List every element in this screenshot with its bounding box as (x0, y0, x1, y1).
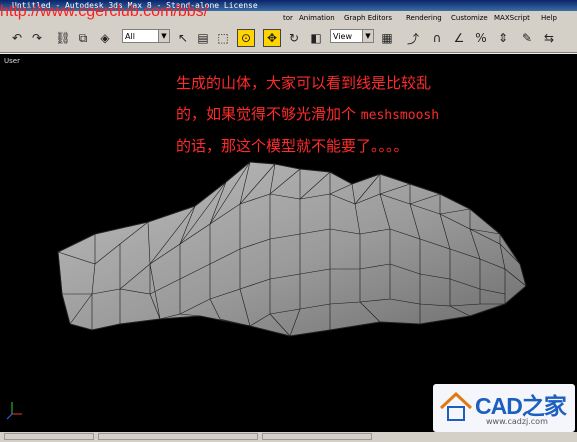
annotation-text: 生成的山体，大家可以看到线是比较乱 的，如果觉得不够光滑加个 meshsmoos… (176, 68, 439, 162)
mirror-icon[interactable]: ⇆ (540, 29, 558, 47)
angle-snap-icon[interactable]: ∠ (450, 29, 468, 47)
chevron-down-icon: ▼ (362, 30, 373, 42)
status-field (4, 433, 94, 440)
annotation-line-1: 生成的山体，大家可以看到线是比较乱 (176, 74, 432, 92)
select-object-icon[interactable]: ↖ (174, 29, 192, 47)
perspective-viewport[interactable]: User 生成的山体，大家可以看到线是比较乱 的，如果觉得不够光滑加个 mesh… (0, 53, 577, 433)
select-and-scale-icon[interactable]: ◧ (307, 29, 325, 47)
redo-icon[interactable]: ↷ (28, 29, 46, 47)
select-and-manipulate-icon[interactable]: ⤴ (404, 29, 422, 47)
undo-icon[interactable]: ↶ (8, 29, 26, 47)
snaps-toggle-icon[interactable]: ∩ (428, 29, 446, 47)
menu-rendering[interactable]: Rendering (406, 11, 442, 25)
menu-customize[interactable]: Customize (451, 11, 488, 25)
reference-coordinate-value: View (333, 32, 352, 41)
watermark-url: http://www.cgerclub.com/bbs/ (0, 3, 209, 20)
menu-help[interactable]: Help (541, 11, 557, 25)
unlink-icon[interactable]: ⧉ (74, 29, 92, 47)
window-crossing-icon[interactable]: ⊙ (237, 29, 255, 47)
named-selection-icon[interactable]: ✎ (518, 29, 536, 47)
chevron-down-icon: ▼ (158, 30, 169, 42)
axis-tripod-icon (6, 402, 22, 420)
spinner-snap-icon[interactable]: ⇕ (494, 29, 512, 47)
prompt-field (262, 433, 372, 440)
site-logo: CAD之家 www.cadzj.com (433, 384, 575, 432)
main-toolbar: ↶ ↷ ⛓ ⧉ ◈ All ▼ ↖ ▤ ⬚ ⊙ ✥ ↻ ◧ View ▼ ▦ ⤴… (0, 25, 577, 53)
menu-graph-editors[interactable]: Graph Editors (344, 11, 392, 25)
select-and-link-icon[interactable]: ⛓ (54, 29, 72, 47)
menu-maxscript[interactable]: MAXScript (494, 11, 530, 25)
select-by-name-icon[interactable]: ▤ (194, 29, 212, 47)
annotation-modifier-name: meshsmoosh (360, 108, 440, 123)
menu-animation[interactable]: Animation (299, 11, 335, 25)
logo-brand: CAD之家 (475, 393, 567, 419)
house-logo-icon (439, 391, 473, 421)
reference-coordinate-dropdown[interactable]: View ▼ (330, 29, 374, 43)
bind-space-warp-icon[interactable]: ◈ (96, 29, 114, 47)
status-bar (0, 432, 577, 442)
menu-item-partial[interactable]: tor (283, 11, 293, 25)
percent-snap-icon[interactable]: % (472, 29, 490, 47)
annotation-line-2: 的，如果觉得不够光滑加个 meshsmoosh (176, 99, 439, 131)
selection-filter-value: All (125, 32, 135, 41)
logo-url: www.cadzj.com (486, 417, 548, 426)
rectangular-selection-icon[interactable]: ⬚ (214, 29, 232, 47)
pivot-center-icon[interactable]: ▦ (378, 29, 396, 47)
annotation-line-3: 的话，那这个模型就不能要了。。。。 (176, 137, 409, 155)
selection-filter-dropdown[interactable]: All ▼ (122, 29, 170, 43)
time-slider-track[interactable] (98, 433, 258, 440)
select-and-move-icon[interactable]: ✥ (263, 29, 281, 47)
select-and-rotate-icon[interactable]: ↻ (285, 29, 303, 47)
annotation-line-2-text: 的，如果觉得不够光滑加个 (176, 105, 357, 123)
terrain-surface (57, 161, 527, 337)
